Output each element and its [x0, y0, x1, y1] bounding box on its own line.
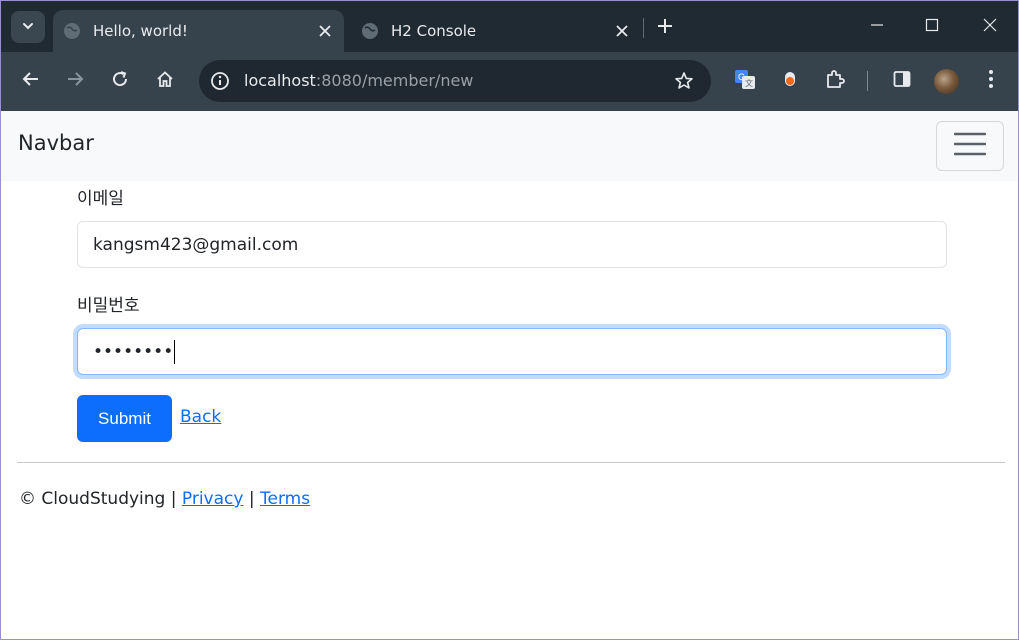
maximize-button[interactable] [917, 11, 947, 41]
navbar-brand[interactable]: Navbar [18, 131, 94, 155]
tab-title: Hello, world! [93, 22, 188, 40]
chevron-down-icon [21, 18, 35, 37]
footer-copyright: © CloudStudying [19, 489, 166, 509]
close-tab-icon[interactable] [314, 20, 336, 42]
profile-avatar[interactable] [934, 69, 959, 94]
password-label: 비밀번호 [77, 296, 140, 316]
minimize-button[interactable] [862, 11, 892, 41]
text-caret [174, 339, 176, 364]
star-icon[interactable] [673, 70, 695, 92]
back-link[interactable]: Back [180, 407, 221, 427]
email-label: 이메일 [77, 189, 124, 209]
address-bar[interactable]: localhost:8080/member/new [199, 60, 711, 102]
close-window-button[interactable] [975, 11, 1005, 41]
close-tab-icon[interactable] [611, 20, 633, 42]
tab-title: H2 Console [391, 22, 477, 40]
reload-button[interactable] [105, 66, 135, 96]
globe-icon [361, 22, 379, 40]
globe-icon [63, 22, 81, 40]
tab-hello-world[interactable]: Hello, world! [53, 10, 344, 52]
url-path: :8080/member/new [315, 71, 474, 90]
svg-text:文: 文 [745, 78, 753, 88]
arrow-left-icon [22, 70, 40, 92]
extension-record-icon [780, 69, 800, 93]
url-text: localhost:8080/member/new [244, 71, 473, 90]
terms-link[interactable]: Terms [260, 489, 310, 509]
arrow-right-icon [66, 70, 84, 92]
plus-icon [657, 18, 673, 38]
extensions-menu-button[interactable] [820, 66, 850, 96]
browser-toolbar: localhost:8080/member/new G文 [1, 52, 1018, 111]
minimize-icon [870, 17, 884, 36]
home-button[interactable] [150, 66, 180, 96]
navbar: Navbar [1, 111, 1018, 181]
email-field[interactable]: kangsm423@gmail.com [77, 221, 947, 268]
hamburger-icon [953, 132, 987, 160]
privacy-link[interactable]: Privacy [182, 489, 244, 509]
home-icon [156, 70, 174, 92]
new-tab-button[interactable] [653, 16, 677, 40]
tab-search-button[interactable] [11, 11, 45, 43]
password-value: •••••••• [93, 341, 174, 362]
url-host: localhost [244, 71, 316, 90]
translate-extension-button[interactable]: G文 [730, 66, 760, 96]
browser-tab-strip: Hello, world! H2 Console [1, 1, 1018, 52]
extension-button[interactable] [775, 66, 805, 96]
forward-nav-button[interactable] [60, 66, 90, 96]
reload-icon [111, 70, 129, 92]
browser-menu-button[interactable] [976, 66, 1006, 96]
maximize-icon [925, 17, 939, 36]
side-panel-button[interactable] [887, 66, 917, 96]
footer-divider [17, 462, 1005, 463]
translate-icon: G文 [734, 68, 756, 94]
submit-button[interactable]: Submit [77, 395, 172, 442]
site-info-icon[interactable] [209, 70, 231, 92]
email-value: kangsm423@gmail.com [93, 234, 299, 255]
close-icon [983, 17, 997, 36]
password-field[interactable]: •••••••• [77, 328, 947, 375]
footer: © CloudStudying | Privacy | Terms [19, 489, 310, 509]
back-nav-button[interactable] [16, 66, 46, 96]
tab-separator [643, 18, 644, 38]
footer-separator: | [170, 489, 177, 509]
footer-separator: | [248, 489, 255, 509]
navbar-toggler-button[interactable] [936, 121, 1004, 171]
toolbar-divider [867, 71, 868, 91]
tab-h2-console[interactable]: H2 Console [351, 10, 641, 52]
more-vertical-icon [988, 69, 994, 93]
puzzle-icon [825, 69, 845, 93]
side-panel-icon [892, 69, 912, 93]
